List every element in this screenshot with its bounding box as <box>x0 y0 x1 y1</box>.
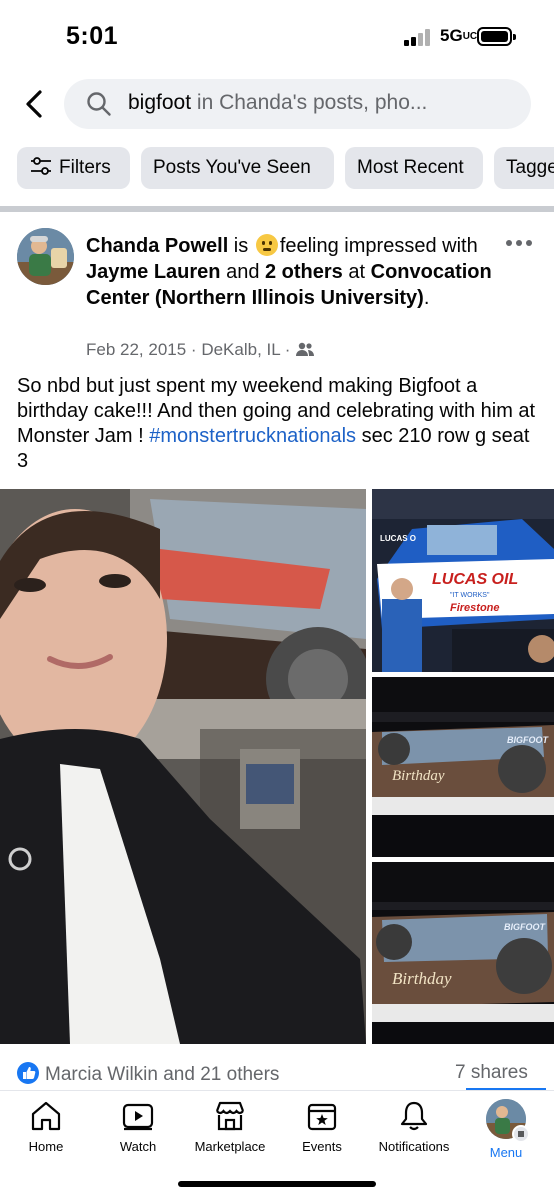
watch-icon <box>122 1103 154 1131</box>
back-icon[interactable] <box>18 86 54 122</box>
tab-home[interactable]: Home <box>0 1099 92 1161</box>
battery-full-icon <box>477 27 516 46</box>
most-recent-chip[interactable]: Most Recent <box>345 147 483 189</box>
svg-text:Firestone: Firestone <box>450 602 500 614</box>
author-avatar[interactable] <box>17 228 74 285</box>
menu-avatar <box>486 1099 530 1143</box>
home-indicator <box>178 1181 376 1187</box>
tab-events[interactable]: Events <box>276 1099 368 1161</box>
search-icon <box>87 92 111 116</box>
marketplace-icon <box>215 1101 245 1131</box>
bell-icon <box>400 1101 428 1131</box>
tab-menu[interactable]: Menu <box>460 1099 552 1161</box>
post-header: Chanda Powell is feeling impressed with … <box>86 234 492 309</box>
svg-text:Birthday: Birthday <box>392 768 445 784</box>
monster-truck-photo[interactable]: LUCAS OIL "IT WORKS" Firestone LUCAS O <box>372 489 554 672</box>
more-options-icon[interactable] <box>506 234 542 252</box>
svg-text:Birthday: Birthday <box>392 969 452 988</box>
network-indicator: 5GUC <box>440 26 478 45</box>
reactions-summary[interactable]: Marcia Wilkin and 21 others <box>17 1062 279 1088</box>
filters-chip[interactable]: Filters <box>17 147 130 189</box>
friends-icon <box>296 342 315 356</box>
svg-text:LUCAS O: LUCAS O <box>380 534 416 543</box>
search-query: bigfoot in Chanda's posts, pho... <box>128 91 428 114</box>
post-location[interactable]: DeKalb, IL <box>201 340 280 359</box>
tagged-chip[interactable]: Tagged <box>494 147 554 189</box>
birthday-cake-photo-1[interactable]: Birthday BIGFOOT <box>372 677 554 857</box>
signal-icon <box>404 28 434 46</box>
posts-youve-seen-chip[interactable]: Posts You've Seen <box>141 147 334 189</box>
birthday-cake-photo-2[interactable]: Birthday BIGFOOT <box>372 862 554 1044</box>
impressed-emoji-icon <box>255 234 278 256</box>
tagged-others[interactable]: 2 others <box>265 261 343 283</box>
like-icon <box>17 1062 39 1084</box>
post-meta: Feb 22, 2015 · DeKalb, IL · <box>86 340 315 360</box>
status-bar: 5:01 5GUC <box>0 0 554 72</box>
svg-text:"IT WORKS": "IT WORKS" <box>450 592 490 599</box>
post-text: So nbd but just spent my weekend making … <box>17 375 536 472</box>
hashtag-link[interactable]: #monstertrucknationals <box>149 425 356 447</box>
svg-text:LUCAS OIL: LUCAS OIL <box>432 571 518 588</box>
section-divider <box>0 206 554 212</box>
post-date[interactable]: Feb 22, 2015 <box>86 340 186 359</box>
tagged-person[interactable]: Jayme Lauren <box>86 261 221 283</box>
menu-icon <box>512 1125 530 1143</box>
svg-text:BIGFOOT: BIGFOOT <box>507 735 549 745</box>
tab-watch[interactable]: Watch <box>92 1099 184 1161</box>
svg-text:BIGFOOT: BIGFOOT <box>504 922 546 932</box>
shares-count[interactable]: 7 shares <box>455 1062 528 1084</box>
clock: 5:01 <box>66 22 119 50</box>
selfie-photo[interactable] <box>0 489 366 1044</box>
sliders-icon <box>31 157 51 176</box>
author-name[interactable]: Chanda Powell <box>86 235 228 257</box>
events-icon <box>307 1103 337 1131</box>
filter-chips: Filters Posts You've Seen Most Recent Ta… <box>17 147 554 189</box>
tab-notifications[interactable]: Notifications <box>368 1099 460 1161</box>
search-input[interactable]: bigfoot in Chanda's posts, pho... <box>64 79 531 129</box>
tab-marketplace[interactable]: Marketplace <box>184 1099 276 1161</box>
home-icon <box>31 1101 61 1131</box>
